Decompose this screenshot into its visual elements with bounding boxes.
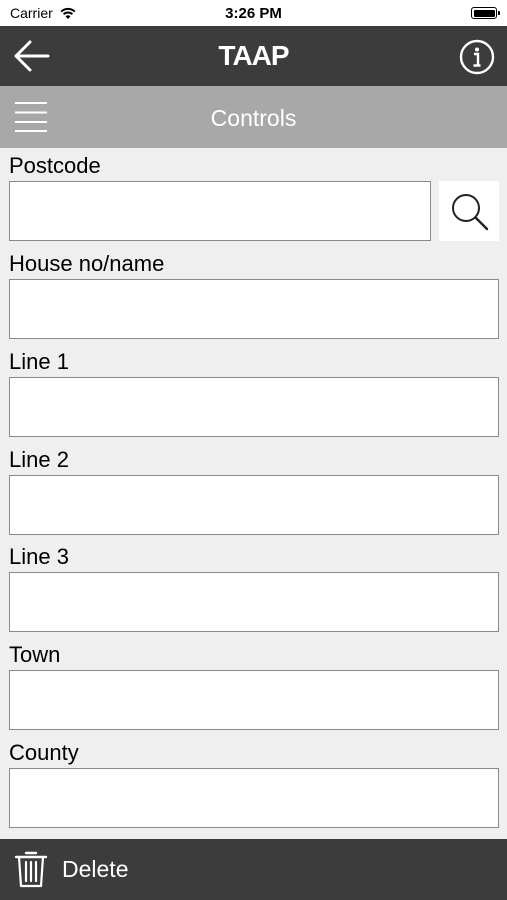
county-label: County [9, 740, 79, 765]
navigation-bar: TAAP [0, 26, 507, 86]
battery-icon [471, 7, 500, 19]
section-header: Controls [0, 86, 507, 148]
house-field[interactable] [9, 279, 499, 339]
trash-icon[interactable] [14, 850, 48, 888]
line1-field[interactable] [9, 377, 499, 437]
line2-field[interactable] [9, 475, 499, 535]
postcode-field[interactable] [9, 181, 431, 241]
carrier-label: Carrier [10, 5, 53, 21]
line1-label: Line 1 [9, 349, 69, 374]
line3-field[interactable] [9, 572, 499, 632]
town-label: Town [9, 642, 61, 667]
postcode-label: Postcode [9, 153, 101, 178]
house-label: House no/name [9, 251, 165, 276]
search-button[interactable] [439, 181, 499, 241]
status-bar: Carrier 3:26 PM [0, 0, 507, 26]
delete-button[interactable]: Delete [62, 856, 128, 883]
county-field[interactable] [9, 768, 499, 828]
town-field[interactable] [9, 670, 499, 730]
section-title: Controls [210, 105, 297, 131]
app-title: TAAP [218, 40, 289, 71]
line3-label: Line 3 [9, 544, 69, 569]
bottom-toolbar: Delete [0, 839, 507, 900]
search-icon [452, 194, 489, 231]
line2-label: Line 2 [9, 447, 69, 472]
info-icon[interactable] [459, 39, 495, 75]
status-left: Carrier [10, 5, 77, 21]
wifi-icon [60, 7, 76, 19]
